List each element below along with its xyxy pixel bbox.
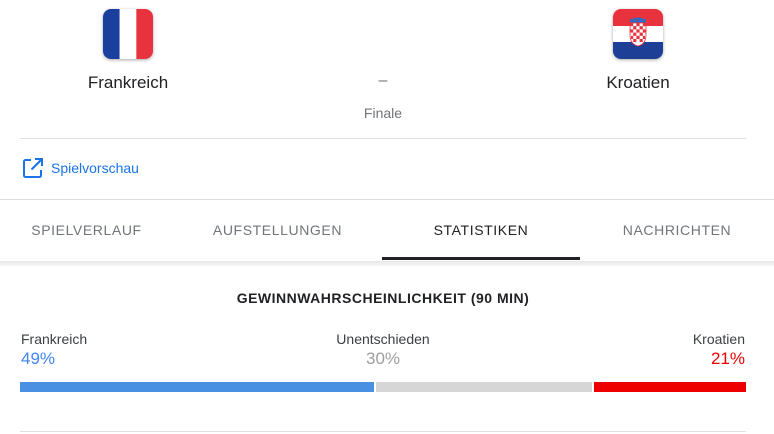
match-preview-label: Spielvorschau	[51, 160, 139, 176]
draw-probability-segment	[375, 382, 593, 392]
tab-aufstellungen[interactable]: AUFSTELLUNGEN	[173, 200, 382, 260]
win-probability-home: Frankreich 49%	[21, 330, 87, 370]
away-team[interactable]: Kroatien	[558, 9, 718, 93]
match-card: Frankreich – Finale Kroatien Spielvorsch…	[0, 0, 774, 434]
win-probability-title: GEWINNWAHRSCHEINLICHKEIT (90 MIN)	[236, 290, 530, 306]
tab-nachrichten[interactable]: NACHRICHTEN	[580, 200, 774, 260]
tabs-shadow	[0, 261, 774, 266]
match-preview-link[interactable]: Spielvorschau	[22, 157, 139, 179]
draw-probability-value: 30%	[365, 349, 401, 368]
croatia-flag-icon	[613, 9, 663, 59]
match-stage: Finale	[363, 105, 403, 121]
away-team-name: Kroatien	[606, 73, 670, 92]
tab-spielverlauf[interactable]: SPIELVERLAUF	[0, 200, 173, 260]
home-probability-label: Frankreich	[21, 331, 88, 347]
win-probability-draw: Unentschieden 30%	[283, 330, 483, 370]
win-probability-bar	[20, 382, 746, 392]
tab-statistiken[interactable]: STATISTIKEN	[382, 200, 580, 260]
win-probability-away: Kroatien 21%	[693, 330, 745, 370]
home-probability-value: 49%	[21, 349, 56, 368]
open-in-new-icon	[22, 157, 44, 179]
draw-probability-label: Unentschieden	[336, 331, 430, 347]
away-probability-label: Kroatien	[692, 331, 745, 347]
section-divider	[20, 431, 746, 432]
away-probability-value: 21%	[710, 349, 745, 368]
tab-bar: SPIELVERLAUF AUFSTELLUNGEN STATISTIKEN N…	[0, 200, 774, 260]
header-divider	[20, 138, 746, 139]
france-flag-icon	[103, 9, 153, 59]
away-probability-segment	[594, 382, 746, 392]
home-probability-segment	[20, 382, 374, 392]
